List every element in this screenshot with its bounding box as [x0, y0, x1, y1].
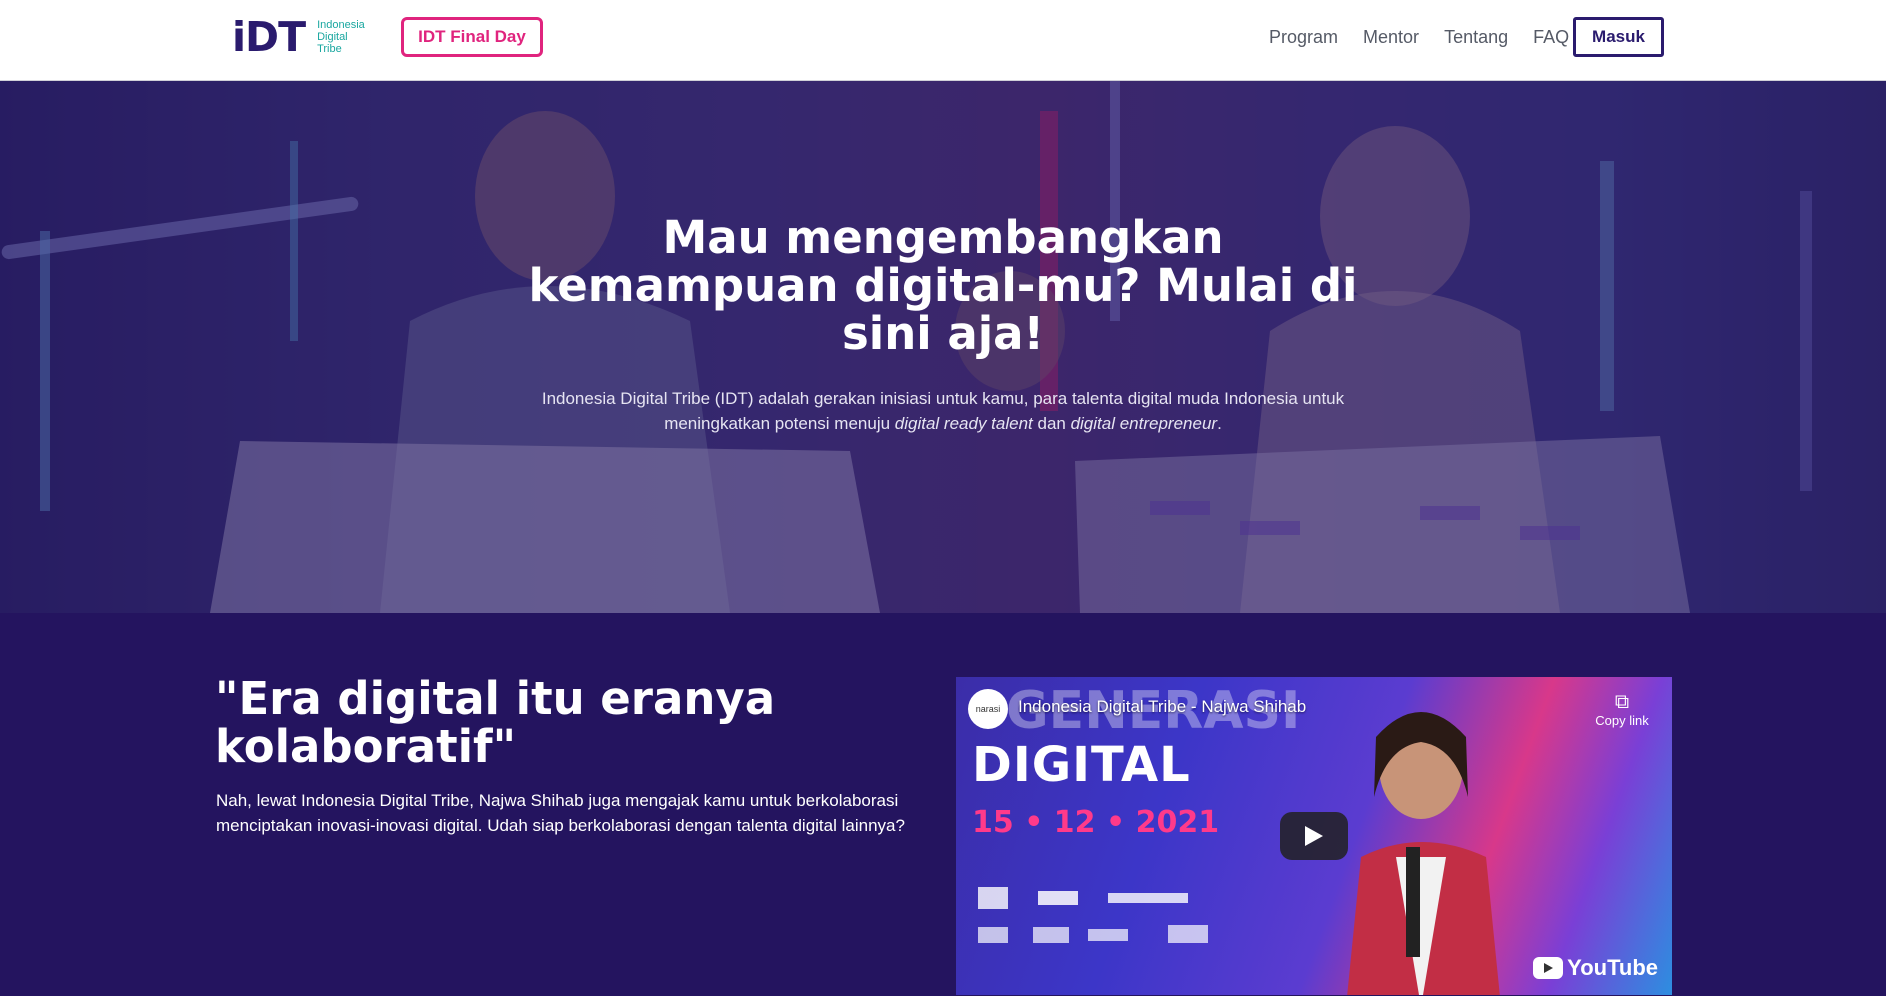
collaboration-section: "Era digital itu eranya kolaboratif" Nah…	[0, 613, 1886, 996]
hero-desc-em2: digital entrepreneur	[1070, 414, 1218, 433]
hero-section: Mau mengembangkan kemampuan digital-mu? …	[0, 81, 1886, 613]
youtube-video-embed[interactable]: GENERASI DIGITAL 15 • 12 • 2021 narasi I…	[956, 677, 1672, 995]
masuk-button[interactable]: Masuk	[1573, 17, 1664, 57]
hero-desc-mid: dan	[1032, 414, 1071, 433]
logo-line: Tribe	[317, 43, 342, 55]
play-icon	[1305, 826, 1323, 846]
quote-line: "Era digital itu eranya	[215, 672, 776, 725]
logo-text: Indonesia Digital Tribe	[317, 19, 365, 55]
logo-mark: iDT	[232, 13, 306, 61]
nav-link-tentang[interactable]: Tentang	[1444, 27, 1508, 48]
sponsor-logos	[978, 887, 1208, 943]
youtube-icon	[1533, 957, 1564, 979]
hero-title-line: Mau mengembangkan	[662, 211, 1224, 264]
hero-description: Indonesia Digital Tribe (IDT) adalah ger…	[443, 386, 1443, 436]
hero-desc-prefix: meningkatkan potensi menuju	[664, 414, 895, 433]
hero-title: Mau mengembangkan kemampuan digital-mu? …	[443, 214, 1443, 358]
video-presenter	[1347, 712, 1500, 995]
quote-description: Nah, lewat Indonesia Digital Tribe, Najw…	[216, 788, 936, 838]
navbar: iDT Indonesia Digital Tribe IDT Final Da…	[0, 0, 1886, 81]
channel-avatar[interactable]: narasi	[968, 689, 1008, 729]
nav-links: Program Mentor Tentang FAQ	[1269, 22, 1594, 52]
video-bg-date: 15 • 12 • 2021	[972, 805, 1220, 840]
hero-title-line: sini aja!	[841, 307, 1045, 360]
youtube-label: YouTube	[1567, 955, 1658, 980]
logo-line: Digital	[317, 31, 348, 43]
nav-link-faq[interactable]: FAQ	[1533, 27, 1569, 48]
quote-line: kolaboratif"	[215, 720, 517, 773]
hero-desc-line1: Indonesia Digital Tribe (IDT) adalah ger…	[541, 389, 1345, 408]
copy-link-label: Copy link	[1595, 713, 1649, 728]
video-title[interactable]: Indonesia Digital Tribe - Najwa Shihab	[1018, 697, 1306, 717]
hero-title-line: kemampuan digital-mu? Mulai di	[528, 259, 1358, 312]
youtube-logo[interactable]: YouTube	[1533, 955, 1658, 981]
hero-desc-suffix: .	[1217, 414, 1222, 433]
logo-line: Indonesia	[317, 19, 365, 31]
quote-desc-line1: Nah, lewat Indonesia Digital Tribe, Najw…	[216, 791, 899, 810]
idt-final-day-button[interactable]: IDT Final Day	[401, 17, 543, 57]
video-bg-digital: DIGITAL	[972, 737, 1191, 793]
idt-logo[interactable]: iDT Indonesia Digital Tribe	[232, 16, 365, 58]
quote-title: "Era digital itu eranya kolaboratif"	[215, 675, 915, 771]
quote-desc-line2: menciptakan inovasi-inovasi digital. Uda…	[216, 816, 905, 835]
copy-icon: ⧉	[1614, 691, 1630, 713]
play-button[interactable]	[1280, 812, 1348, 860]
nav-link-program[interactable]: Program	[1269, 27, 1338, 48]
hero-desc-em1: digital ready talent	[894, 414, 1033, 433]
copy-link-button[interactable]: ⧉ Copy link	[1592, 691, 1652, 728]
nav-link-mentor[interactable]: Mentor	[1363, 27, 1419, 48]
